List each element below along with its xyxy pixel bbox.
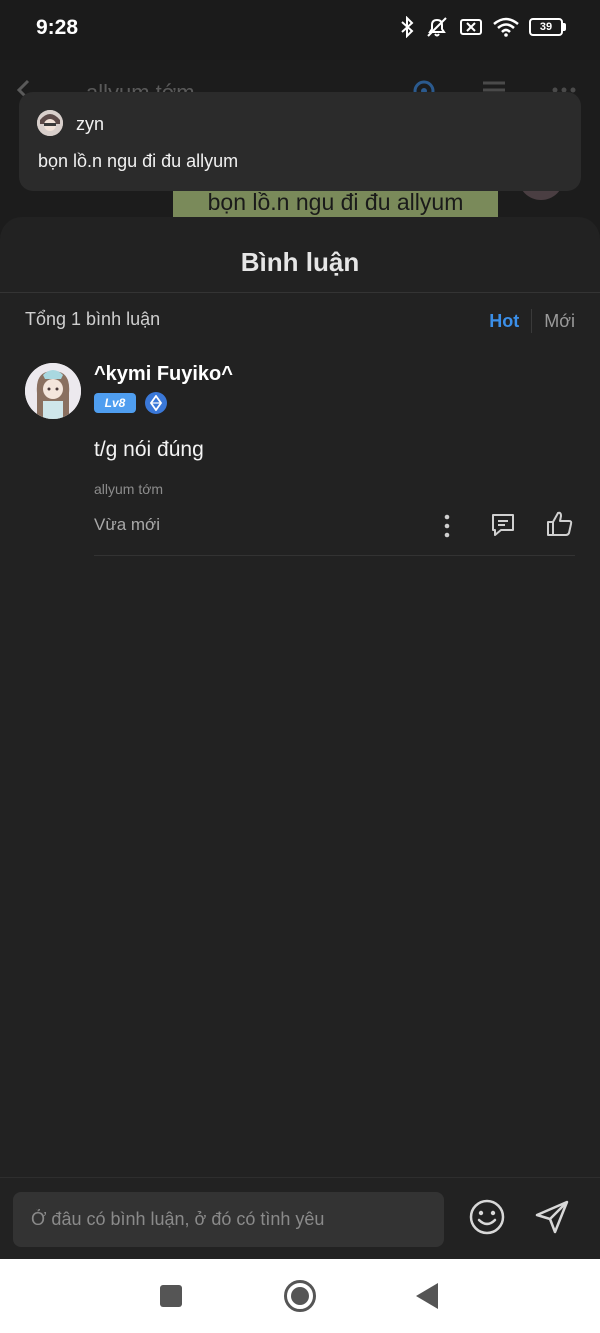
notification-message: bọn lồ.n ngu đi đu allyum (38, 151, 239, 171)
tab-hot[interactable]: Hot (489, 311, 531, 332)
comment-input[interactable] (13, 1192, 444, 1247)
wifi-icon (493, 17, 519, 37)
status-bar: 9:28 39 (0, 0, 600, 60)
recents-icon[interactable] (160, 1285, 182, 1307)
avatar (37, 110, 63, 136)
home-icon[interactable] (284, 1280, 316, 1312)
back-icon[interactable] (416, 1283, 438, 1309)
level-badge: Lv8 (94, 393, 136, 413)
divider (0, 292, 600, 293)
send-icon[interactable] (533, 1198, 571, 1241)
status-icons: 39 (399, 16, 566, 38)
badges: Lv8 (94, 392, 167, 414)
comment-item: ^kymi Fuyiko^ Lv8 t/g nói đúng allyum tớ… (0, 359, 600, 559)
tab-new[interactable]: Mới (532, 311, 575, 332)
no-sim-icon (459, 17, 483, 37)
bell-muted-icon (425, 16, 449, 38)
battery-level: 39 (529, 18, 563, 36)
notification-card[interactable]: zyn bọn lồ.n ngu đi đu allyum (19, 92, 581, 191)
comment-total: Tổng 1 bình luận (25, 309, 161, 329)
comments-sheet: Bình luận Tổng 1 bình luận Hot Mới ^kymi… (0, 217, 600, 1259)
battery-icon: 39 (529, 18, 566, 36)
comment-author[interactable]: ^kymi Fuyiko^ (94, 363, 233, 386)
bluetooth-icon (399, 16, 415, 38)
comment-time: Vừa mới (94, 515, 160, 534)
avatar[interactable] (25, 363, 81, 419)
comment-input-bar (0, 1177, 600, 1259)
sort-tabs: Hot Mới (489, 309, 575, 333)
comment-source: allyum tớm (94, 481, 164, 497)
divider (94, 555, 575, 556)
emoji-icon[interactable] (468, 1198, 506, 1241)
notification-sender: zyn (76, 114, 105, 134)
reply-icon[interactable] (489, 511, 517, 544)
system-nav-bar (0, 1259, 600, 1333)
comment-text: t/g nói đúng (94, 438, 204, 461)
verified-icon (145, 392, 167, 414)
more-options-icon[interactable] (436, 513, 458, 544)
sheet-title: Bình luận (240, 247, 360, 277)
like-icon[interactable] (545, 509, 575, 544)
status-time: 9:28 (36, 16, 79, 39)
